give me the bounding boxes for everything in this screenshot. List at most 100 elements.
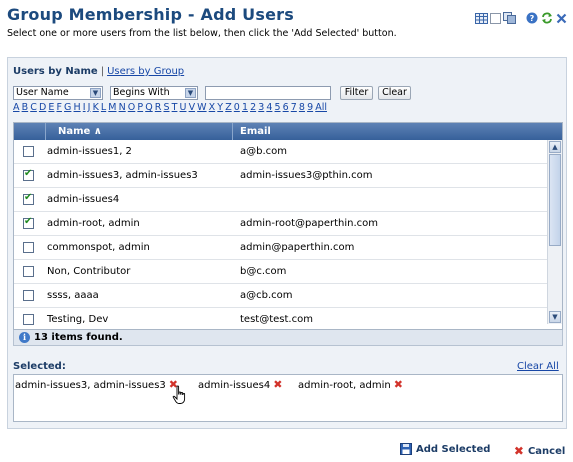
view-tabs: Users by Name | Users by Group (13, 66, 184, 77)
alphabet-link[interactable]: K (93, 102, 99, 113)
alphabet-link[interactable]: C (30, 102, 37, 113)
alphabet-link[interactable]: 5 (275, 102, 281, 113)
clear-filter-button[interactable]: Clear (378, 86, 411, 100)
close-icon[interactable] (556, 11, 567, 25)
alphabet-link[interactable]: R (155, 102, 162, 113)
alphabet-link[interactable]: H (74, 102, 81, 113)
row-checkbox[interactable] (23, 266, 34, 277)
user-name-cell: commonspot, admin (47, 242, 150, 253)
row-checkbox[interactable] (23, 192, 34, 205)
alphabet-link[interactable]: E (48, 102, 54, 113)
alphabet-link[interactable]: 9 (307, 102, 313, 113)
vertical-scrollbar[interactable]: ▲ ▼ (547, 140, 562, 324)
window-icon[interactable] (490, 11, 501, 25)
field-select-value: User Name (16, 87, 69, 98)
add-selected-button[interactable]: Add Selected (400, 443, 490, 455)
alphabet-link[interactable]: D (39, 102, 46, 113)
row-checkbox[interactable] (23, 290, 34, 301)
selected-chip-label: admin-issues3, admin-issues3 (15, 380, 166, 391)
scrollbar-thumb[interactable] (549, 154, 561, 246)
help-icon[interactable]: ? (526, 11, 538, 25)
save-icon (400, 443, 412, 455)
alphabet-link[interactable]: P (137, 102, 143, 113)
alphabet-link[interactable]: 2 (250, 102, 256, 113)
filter-button[interactable]: Filter (340, 86, 373, 100)
grid-view-icon[interactable] (475, 11, 488, 25)
alphabet-link[interactable]: 7 (291, 102, 297, 113)
alphabet-link[interactable]: U (180, 102, 187, 113)
scroll-down-icon[interactable]: ▼ (549, 311, 561, 323)
selected-chip: admin-root, admin ✖ (298, 378, 403, 391)
alphabet-link[interactable]: 4 (266, 102, 272, 113)
table-row[interactable]: commonspot, admin admin@paperthin.com (14, 236, 548, 260)
alphabet-link[interactable]: M (108, 102, 116, 113)
selected-chip-label: admin-issues4 (198, 380, 271, 391)
alphabet-link[interactable]: L (101, 102, 106, 113)
copy-icon[interactable] (503, 11, 516, 25)
alphabet-link[interactable]: V (189, 102, 196, 113)
alphabet-link[interactable]: Y (217, 102, 223, 113)
alphabet-link[interactable]: 6 (283, 102, 289, 113)
alphabet-link[interactable]: T (172, 102, 178, 113)
header-divider (232, 123, 233, 140)
table-row[interactable]: Non, Contributor b@c.com (14, 260, 548, 284)
table-row[interactable]: admin-issues3, admin-issues3 admin-issues… (14, 164, 548, 188)
page-title: Group Membership - Add Users (7, 5, 294, 24)
match-select[interactable]: Begins With ▼ (110, 86, 198, 100)
alphabet-link[interactable]: Z (225, 102, 232, 113)
add-selected-label: Add Selected (416, 443, 491, 455)
row-checkbox[interactable] (23, 314, 34, 325)
chevron-down-icon: ▼ (185, 88, 196, 98)
items-found-count: 13 items found. (34, 332, 123, 343)
row-checkbox[interactable] (23, 146, 34, 157)
alphabet-link[interactable]: G (64, 102, 71, 113)
alphabet-link[interactable]: S (163, 102, 169, 113)
alphabet-link[interactable]: 1 (242, 102, 248, 113)
alphabet-link[interactable]: I (83, 102, 86, 113)
alphabet-link[interactable]: Q (145, 102, 152, 113)
table-row[interactable]: admin-root, admin admin-root@paperthin.co… (14, 212, 548, 236)
table-row[interactable]: Testing, Dev test@test.com (14, 308, 548, 329)
alphabet-link[interactable]: J (88, 102, 91, 113)
field-select[interactable]: User Name ▼ (13, 86, 103, 100)
remove-icon[interactable]: ✖ (273, 378, 282, 391)
header-divider (45, 123, 46, 140)
filter-text-input[interactable] (205, 86, 331, 100)
column-header-email[interactable]: Email (240, 123, 271, 140)
alphabet-link[interactable]: All (315, 102, 327, 113)
tab-separator: | (100, 66, 105, 77)
selected-label: Selected: (13, 361, 66, 372)
cancel-label: Cancel (527, 445, 566, 457)
refresh-icon[interactable] (541, 11, 553, 25)
tab-users-by-group[interactable]: Users by Group (107, 66, 184, 77)
alphabet-link[interactable]: O (128, 102, 135, 113)
tab-users-by-name[interactable]: Users by Name (13, 66, 98, 77)
row-checkbox[interactable] (23, 216, 34, 229)
selected-chip-label: admin-root, admin (298, 380, 391, 391)
alphabet-link[interactable]: 8 (299, 102, 305, 113)
page-subtitle: Select one or more users from the list b… (7, 28, 397, 39)
cancel-button[interactable]: ✖ Cancel (514, 444, 565, 458)
user-email-cell: b@c.com (240, 266, 287, 277)
row-checkbox[interactable] (23, 242, 34, 253)
table-row[interactable]: admin-issues4 (14, 188, 548, 212)
alphabet-link[interactable]: 3 (258, 102, 264, 113)
alphabet-link[interactable]: B (22, 102, 29, 113)
clear-all-link[interactable]: Clear All (517, 361, 559, 372)
alphabet-link[interactable]: 0 (234, 102, 240, 113)
alphabet-link[interactable]: F (56, 102, 61, 113)
table-row[interactable]: ssss, aaaa a@cb.com (14, 284, 548, 308)
user-email-cell: admin@paperthin.com (240, 242, 355, 253)
selected-chip: admin-issues3, admin-issues3 ✖ (15, 378, 178, 391)
table-row[interactable]: admin-issues1, 2 a@b.com (14, 140, 548, 164)
user-email-cell: test@test.com (240, 314, 313, 325)
alphabet-link[interactable]: A (13, 102, 20, 113)
remove-icon[interactable]: ✖ (394, 378, 403, 391)
alphabet-link[interactable]: W (197, 102, 206, 113)
alphabet-link[interactable]: X (209, 102, 216, 113)
column-header-name[interactable]: Name ∧ (58, 123, 102, 140)
row-checkbox[interactable] (23, 168, 34, 181)
user-name-cell: Non, Contributor (47, 266, 131, 277)
scroll-up-icon[interactable]: ▲ (549, 141, 561, 153)
alphabet-link[interactable]: N (119, 102, 126, 113)
